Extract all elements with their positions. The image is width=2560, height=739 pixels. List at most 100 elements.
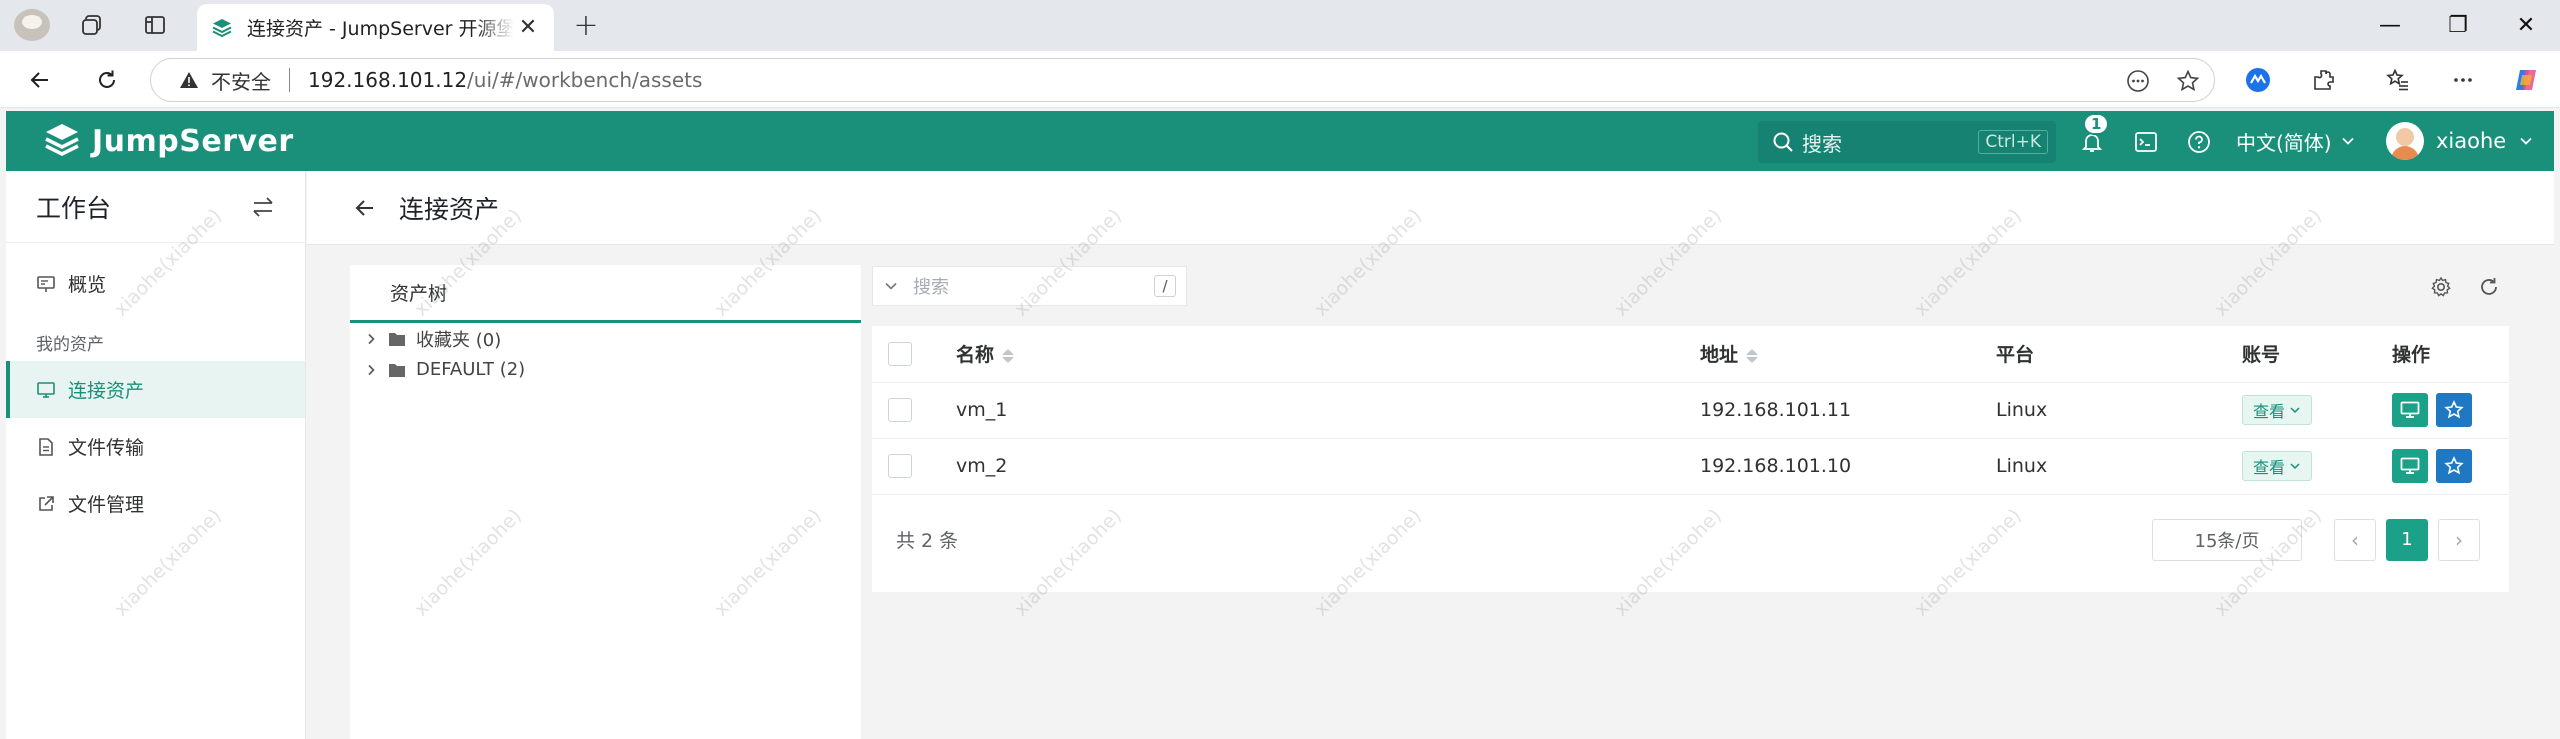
site-security-indicator[interactable]: 不安全 — [179, 66, 271, 95]
chevron-down-icon — [2290, 407, 2300, 414]
help-question-icon[interactable] — [2182, 125, 2216, 159]
select-all-checkbox[interactable] — [888, 341, 912, 366]
extension-blue-icon[interactable] — [2240, 63, 2276, 97]
asset-search-placeholder: 搜索 — [913, 277, 949, 298]
address-bar[interactable]: 不安全 192.168.101.12/ui/#/workbench/assets — [150, 58, 2215, 102]
warning-triangle-icon — [180, 72, 198, 88]
language-switcher[interactable]: 中文(简体) — [2236, 111, 2356, 171]
security-label: 不安全 — [211, 69, 271, 94]
favorite-star-icon[interactable] — [2176, 69, 2200, 93]
row-checkbox[interactable] — [888, 398, 912, 422]
sort-icon[interactable] — [1002, 348, 1015, 363]
star-icon — [2444, 400, 2464, 419]
back-arrow-icon[interactable] — [20, 61, 60, 99]
url-path: /ui/#/workbench/assets — [467, 68, 703, 92]
pagination-total: 共 2 条 — [896, 530, 959, 552]
assets-table-panel: 名称 地址 平台 账号 操作 vm_1 192.168.101.11 Linux… — [872, 326, 2509, 592]
tab-close-icon[interactable]: ✕ — [514, 14, 542, 42]
sidebar-group-label: 我的资产 — [36, 335, 104, 355]
row-checkbox[interactable] — [888, 454, 912, 478]
web-terminal-icon[interactable] — [2129, 125, 2163, 159]
tree-node-default[interactable]: DEFAULT (2) — [350, 354, 861, 385]
column-header-name[interactable]: 名称 — [956, 326, 1700, 383]
prev-page-button[interactable]: ‹ — [2334, 518, 2376, 561]
username: xiaohe — [2436, 129, 2507, 153]
brand-name: JumpServer — [92, 123, 294, 159]
jumpserver-favicon-icon — [212, 18, 232, 37]
chevron-right-icon[interactable] — [364, 332, 378, 346]
asset-tree-panel: 资产树 收藏夹 (0) DEFAULT (2) — [350, 265, 861, 739]
monitor-icon — [2400, 457, 2420, 474]
tree-node-favorites[interactable]: 收藏夹 (0) — [350, 323, 861, 354]
jumpserver-logo[interactable]: JumpServer — [42, 111, 294, 171]
sidebar-item-connect-assets[interactable]: 连接资产 — [6, 361, 305, 418]
workspaces-icon[interactable] — [74, 8, 110, 42]
asset-name-cell[interactable]: vm_2 — [956, 438, 1700, 495]
favorite-button[interactable] — [2436, 449, 2472, 483]
new-tab-button[interactable]: + — [568, 8, 604, 43]
sidebar-item-label: 文件管理 — [68, 494, 145, 516]
search-shortcut-hint: Ctrl+K — [1978, 130, 2048, 154]
file-transfer-icon — [39, 437, 53, 456]
sort-icon[interactable] — [1746, 348, 1759, 363]
more-page-actions-icon[interactable] — [2126, 69, 2150, 93]
sidebar-item-label: 文件传输 — [68, 437, 145, 459]
vertical-tabs-icon[interactable] — [137, 8, 173, 42]
connect-button[interactable] — [2392, 393, 2428, 427]
header-search-input[interactable]: 搜索 Ctrl+K — [1758, 121, 2056, 163]
restore-button[interactable]: ❐ — [2424, 0, 2492, 51]
copilot-icon[interactable] — [2508, 63, 2544, 97]
user-avatar — [2386, 122, 2424, 160]
url-text: 192.168.101.12/ui/#/workbench/assets — [308, 68, 702, 92]
close-window-button[interactable]: ✕ — [2492, 0, 2560, 51]
next-page-button[interactable]: › — [2438, 518, 2480, 561]
column-header-address[interactable]: 地址 — [1700, 326, 1996, 383]
user-menu[interactable]: xiaohe — [2386, 111, 2534, 171]
browser-toolbar: 不安全 192.168.101.12/ui/#/workbench/assets — [0, 51, 2560, 108]
refresh-icon[interactable] — [2474, 272, 2504, 302]
table-row: vm_1 192.168.101.11 Linux 查看 — [872, 382, 2509, 439]
column-header-label: 名称 — [956, 344, 995, 367]
asset-name-cell[interactable]: vm_1 — [956, 382, 1700, 439]
connect-button[interactable] — [2392, 449, 2428, 483]
extensions-puzzle-icon[interactable] — [2306, 63, 2342, 97]
favorites-list-icon[interactable] — [2380, 63, 2416, 97]
sidebar-item-file-management[interactable]: 文件管理 — [6, 475, 305, 532]
sidebar-item-overview[interactable]: 概览 — [6, 255, 305, 312]
search-shortcut-key: / — [1154, 275, 1176, 297]
column-header-account: 账号 — [2242, 326, 2392, 383]
tree-node-label: 收藏夹 (0) — [416, 329, 502, 351]
favorite-button[interactable] — [2436, 393, 2472, 427]
view-accounts-button[interactable]: 查看 — [2242, 451, 2313, 481]
settings-gear-icon[interactable] — [2426, 272, 2456, 302]
view-accounts-label: 查看 — [2253, 458, 2286, 477]
asset-platform-cell: Linux — [1996, 438, 2242, 495]
page-number-button[interactable]: 1 — [2386, 518, 2428, 561]
reload-icon[interactable] — [87, 61, 127, 99]
column-header-actions: 操作 — [2392, 326, 2509, 383]
more-menu-icon[interactable] — [2445, 63, 2481, 97]
tab-asset-tree[interactable]: 资产树 — [350, 265, 861, 323]
language-label: 中文(简体) — [2236, 130, 2332, 155]
back-arrow-icon[interactable] — [349, 192, 381, 224]
minimize-button[interactable]: — — [2356, 0, 2424, 51]
view-accounts-button[interactable]: 查看 — [2242, 395, 2313, 425]
asset-search-input[interactable]: 搜索 / — [872, 266, 1187, 306]
sidebar-header: 工作台 — [6, 171, 305, 243]
chevron-down-icon[interactable] — [883, 278, 899, 294]
chevron-down-icon — [2290, 463, 2300, 470]
browser-profile-avatar[interactable] — [14, 9, 50, 41]
chevron-right-icon[interactable] — [364, 363, 378, 377]
assets-table: 名称 地址 平台 账号 操作 vm_1 192.168.101.11 Linux… — [872, 326, 2509, 495]
monitor-icon — [37, 381, 55, 398]
chevron-down-icon — [2341, 137, 2354, 145]
browser-tab-strip: 连接资产 - JumpServer 开源堡垒机 ✕ + — ❐ ✕ — [0, 0, 2560, 51]
column-header-label: 地址 — [1700, 344, 1739, 367]
switch-view-icon[interactable] — [251, 195, 275, 219]
chevron-down-icon — [2520, 137, 2532, 145]
page-size-select[interactable]: 15条/页 — [2152, 518, 2302, 561]
address-divider — [289, 68, 290, 92]
column-header-platform: 平台 — [1996, 326, 2242, 383]
browser-tab-active[interactable]: 连接资产 - JumpServer 开源堡垒机 ✕ — [197, 4, 554, 51]
sidebar-item-file-transfer[interactable]: 文件传输 — [6, 418, 305, 475]
